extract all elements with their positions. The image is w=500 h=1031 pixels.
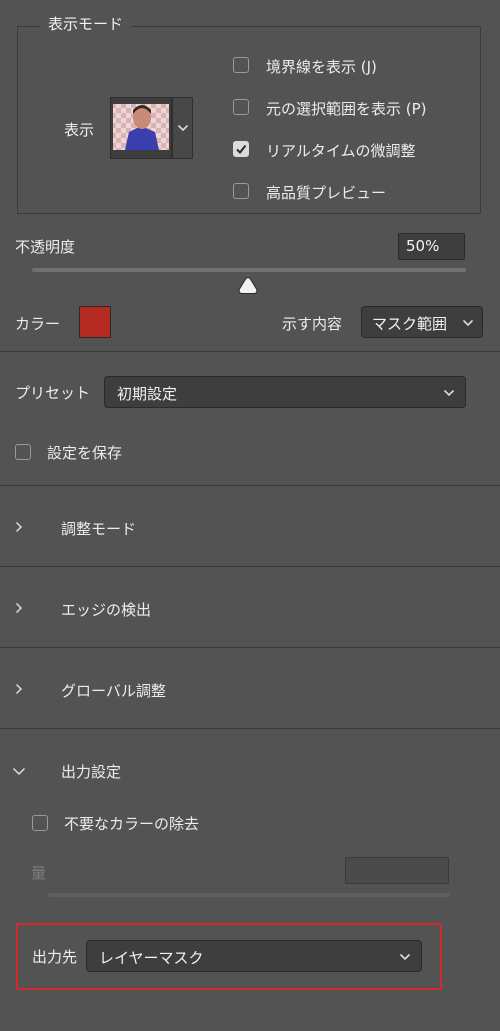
section-global-adjust[interactable]: グローバル調整 bbox=[0, 648, 500, 728]
color-label: カラー bbox=[15, 315, 61, 333]
preset-dropdown[interactable]: 初期設定 bbox=[104, 376, 466, 408]
section-adjust-mode-label: 調整モード bbox=[61, 520, 137, 538]
opacity-value: 50% bbox=[406, 237, 440, 255]
chevron-down-icon bbox=[443, 389, 455, 397]
preset-label: プリセット bbox=[15, 384, 91, 402]
preset-dropdown-value: 初期設定 bbox=[117, 385, 178, 403]
opacity-label: 不透明度 bbox=[15, 238, 76, 256]
chevron-down-icon bbox=[462, 319, 474, 327]
section-adjust-mode[interactable]: 調整モード bbox=[0, 486, 500, 566]
opacity-slider-track[interactable] bbox=[32, 268, 466, 272]
chevron-down-icon bbox=[177, 124, 189, 132]
chevron-down-icon bbox=[399, 953, 411, 961]
section-output-settings-label: 出力設定 bbox=[61, 763, 122, 781]
output-to-label: 出力先 bbox=[32, 948, 78, 966]
high-quality-preview-label: 高品質プレビュー bbox=[266, 184, 387, 202]
indicate-label: 示す内容 bbox=[282, 315, 343, 333]
view-mode-dropdown-button[interactable] bbox=[172, 97, 193, 159]
view-label: 表示 bbox=[64, 121, 95, 139]
section-output-settings[interactable]: 出力設定 bbox=[0, 729, 500, 789]
color-swatch[interactable] bbox=[79, 306, 111, 338]
save-settings-label: 設定を保存 bbox=[47, 444, 123, 462]
view-mode-legend: 表示モード bbox=[40, 13, 132, 34]
chevron-right-icon bbox=[15, 521, 23, 533]
realtime-refine-label: リアルタイムの微調整 bbox=[266, 142, 416, 160]
show-edge-label: 境界線を表示 (J) bbox=[266, 58, 377, 76]
indicate-dropdown-value: マスク範囲 bbox=[372, 315, 448, 333]
checkmark-icon bbox=[236, 144, 247, 155]
realtime-refine-checkbox[interactable] bbox=[233, 141, 249, 157]
output-to-dropdown[interactable]: レイヤーマスク bbox=[86, 940, 422, 972]
show-original-label: 元の選択範囲を表示 (P) bbox=[266, 100, 427, 118]
divider bbox=[0, 351, 500, 352]
decontaminate-colors-label: 不要なカラーの除去 bbox=[64, 815, 200, 833]
section-edge-detection[interactable]: エッジの検出 bbox=[0, 567, 500, 647]
save-settings-checkbox[interactable] bbox=[15, 444, 31, 460]
amount-slider-track[interactable] bbox=[48, 893, 450, 897]
opacity-input[interactable]: 50% bbox=[398, 233, 465, 260]
decontaminate-colors-checkbox[interactable] bbox=[32, 815, 48, 831]
show-original-checkbox[interactable] bbox=[233, 99, 249, 115]
output-to-dropdown-value: レイヤーマスク bbox=[99, 949, 204, 967]
amount-label: 量 bbox=[31, 864, 47, 882]
chevron-right-icon bbox=[15, 602, 23, 614]
chevron-right-icon bbox=[15, 683, 23, 695]
amount-input[interactable] bbox=[345, 857, 449, 884]
section-edge-detection-label: エッジの検出 bbox=[61, 601, 152, 619]
indicate-dropdown[interactable]: マスク範囲 bbox=[361, 306, 483, 338]
section-global-adjust-label: グローバル調整 bbox=[61, 682, 166, 700]
high-quality-preview-checkbox[interactable] bbox=[233, 183, 249, 199]
view-thumbnail[interactable] bbox=[110, 97, 172, 159]
chevron-down-icon bbox=[12, 767, 26, 776]
show-edge-checkbox[interactable] bbox=[233, 57, 249, 73]
opacity-slider-handle[interactable] bbox=[237, 276, 259, 295]
view-thumbnail-image bbox=[113, 104, 169, 150]
